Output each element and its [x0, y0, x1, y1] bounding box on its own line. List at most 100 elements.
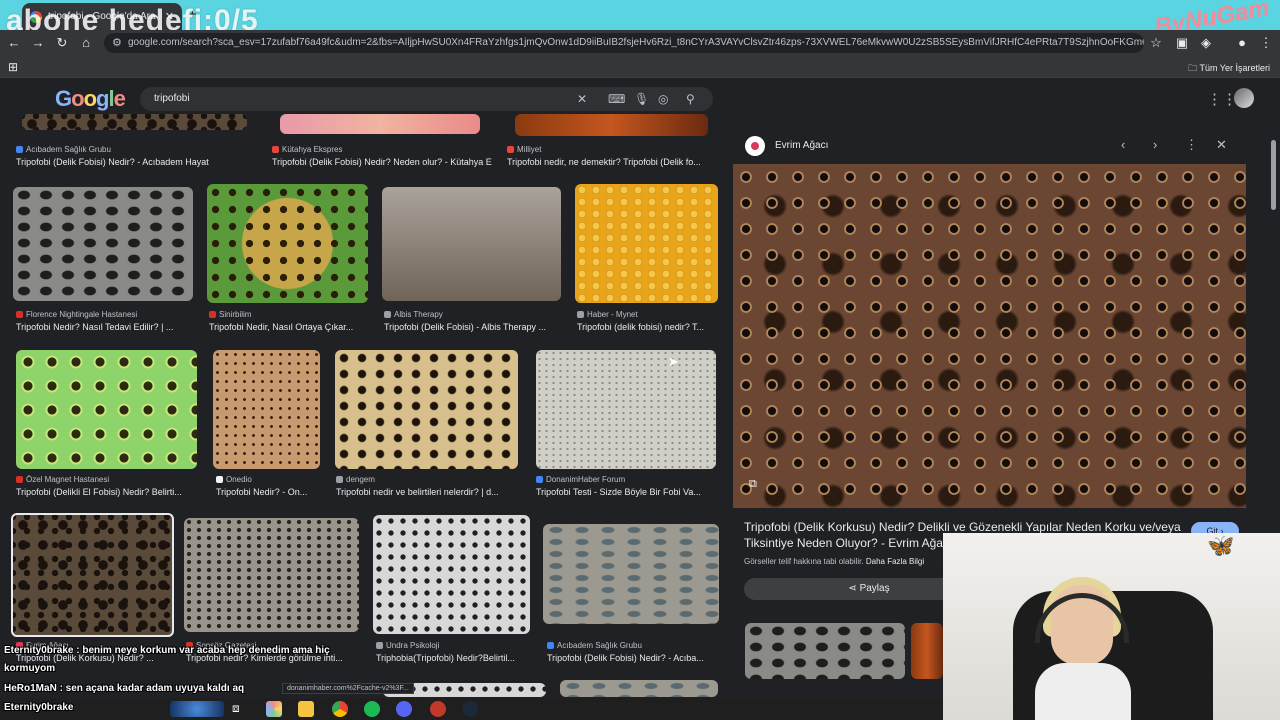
result-title[interactable]: Tripofobi (Delikli El Fobisi) Nedir? Bel… [16, 487, 198, 497]
result-source[interactable]: Kütahya Ekspres [272, 145, 342, 154]
previous-image-icon[interactable]: ‹ [1121, 137, 1125, 152]
result-source[interactable]: Acıbadem Sağlık Grubu [16, 145, 111, 154]
all-bookmarks-folder[interactable]: 🗀 Tüm Yer İşaretleri [1188, 61, 1270, 77]
image-result-thumbnail[interactable] [280, 114, 480, 134]
chat-user: HeRo1MaN [4, 683, 57, 694]
result-source-label: dengem [346, 475, 375, 484]
search-input[interactable]: tripofobi ✕ ⌨ 🎙 ◎ ⚲ [140, 87, 713, 111]
browser-menu-icon[interactable]: ⋮ [1258, 35, 1274, 51]
lens-icon[interactable]: ◎ [658, 92, 668, 106]
result-source[interactable]: Albis Therapy [384, 310, 443, 319]
share-label: Paylaş [859, 583, 890, 594]
result-source[interactable]: Florence Nightingale Hastanesi [16, 310, 137, 319]
result-source[interactable]: Haber - Mynet [577, 310, 638, 319]
discord-icon[interactable] [396, 701, 412, 717]
image-result-thumbnail[interactable] [543, 524, 719, 624]
source-favicon-icon [216, 476, 223, 483]
source-favicon-icon [547, 642, 554, 649]
image-result-thumbnail[interactable] [184, 518, 359, 632]
result-title[interactable]: Tripofobi (Delik Fobisi) Nedir? - Acıbad… [16, 157, 246, 167]
image-result-thumbnail[interactable] [382, 187, 561, 301]
chat-message: Eternity0brake : benim neye korkum var a… [4, 645, 330, 656]
extension-icon[interactable]: ▣ [1174, 35, 1190, 51]
profile-avatar[interactable]: ● [1234, 35, 1250, 50]
image-result-thumbnail[interactable] [13, 187, 193, 301]
next-image-icon[interactable]: › [1153, 137, 1157, 152]
account-avatar[interactable] [1234, 88, 1254, 108]
back-icon[interactable]: ← [6, 35, 22, 50]
more-options-icon[interactable]: ⋮ [1185, 137, 1198, 153]
result-title[interactable]: Tripofobi nedir, ne demektir? Tripofobi … [507, 157, 717, 167]
image-result-thumbnail[interactable] [575, 184, 718, 303]
related-image-thumbnail[interactable] [911, 623, 943, 679]
result-source[interactable]: Onedio [216, 475, 252, 484]
source-favicon-icon [745, 136, 765, 156]
reload-icon[interactable]: ↻ [54, 35, 70, 51]
related-image-thumbnail[interactable] [745, 623, 905, 679]
image-result-thumbnail[interactable] [22, 114, 247, 130]
site-info-icon[interactable]: ⚙ [112, 36, 122, 49]
steam-icon[interactable] [462, 701, 478, 717]
result-source[interactable]: Undra Psikoloji [376, 641, 439, 650]
microphone-icon[interactable]: 🎙 [634, 92, 649, 106]
copyright-text: Görseller telif hakkına tabi olabilir. [744, 557, 864, 566]
image-result-thumbnail[interactable] [16, 350, 197, 469]
extensions-puzzle-icon[interactable]: ◈ [1198, 35, 1214, 51]
result-title[interactable]: Tripofobi (delik fobisi) nedir? T... [577, 322, 717, 332]
result-title[interactable]: Tripofobi (Delik Fobisi) - Albis Therapy… [384, 322, 562, 332]
chrome-icon[interactable] [332, 701, 348, 717]
result-source-label: Acıbadem Sağlık Grubu [26, 145, 111, 154]
result-title[interactable]: Tripofobi Testi - Sizde Böyle Bir Fobi V… [536, 487, 716, 497]
search-icon[interactable]: ⚲ [686, 92, 695, 106]
result-source[interactable]: DonanimHaber Forum [536, 475, 625, 484]
result-title[interactable]: Tripofobi Nedir? Nasıl Tedavi Edilir? | … [16, 322, 196, 332]
spotify-icon[interactable] [364, 701, 380, 717]
google-logo[interactable]: Google [55, 86, 126, 112]
preview-image[interactable] [733, 164, 1246, 508]
source-favicon-icon [507, 146, 514, 153]
result-source[interactable]: Acıbadem Sağlık Grubu [547, 641, 642, 650]
keyboard-icon[interactable]: ⌨ [608, 92, 625, 106]
browser-tab-strip: tripofobi - Google'da Ara ✕ + abone hede… [0, 0, 1280, 41]
source-favicon-icon [536, 476, 543, 483]
address-bar[interactable]: ⚙ google.com/search?sca_esv=17zufabf76a4… [104, 33, 1144, 53]
preview-source[interactable]: Evrim Ağacı [775, 140, 828, 151]
image-result-thumbnail[interactable] [515, 114, 708, 136]
result-source-label: Haber - Mynet [587, 310, 638, 319]
image-result-thumbnail[interactable] [536, 350, 716, 469]
result-source[interactable]: Milliyet [507, 145, 541, 154]
scrollbar[interactable] [1271, 140, 1276, 210]
forward-icon[interactable]: → [30, 35, 46, 50]
learn-more-link[interactable]: Daha Fazla Bilgi [866, 557, 924, 566]
result-title[interactable]: Tripofobi Nedir? - On... [216, 487, 321, 497]
bookmark-star-icon[interactable]: ☆ [1148, 35, 1164, 51]
home-icon[interactable]: ⌂ [78, 35, 94, 50]
weather-widget-icon[interactable] [170, 701, 224, 717]
apps-grid-icon[interactable]: ⊞ [8, 60, 18, 74]
obs-icon[interactable] [430, 701, 446, 717]
chat-user: Eternity0brake [4, 645, 74, 656]
result-source-label: Onedio [226, 475, 252, 484]
lens-search-icon[interactable]: ⧉ [749, 478, 757, 491]
result-title[interactable]: Tripofobi (Delik Fobisi) Nedir? - Acıba.… [547, 653, 719, 663]
clear-icon[interactable]: ✕ [577, 92, 587, 106]
result-title[interactable]: Tripofobi Nedir, Nasıl Ortaya Çıkar... [209, 322, 369, 332]
result-title[interactable]: Tripofobi (Delik Fobisi) Nedir? Neden ol… [272, 157, 492, 167]
result-title[interactable]: Tripofobi nedir ve belirtileri nelerdir?… [336, 487, 518, 497]
copilot-icon[interactable] [266, 701, 282, 717]
image-result-thumbnail[interactable] [213, 350, 320, 469]
result-source[interactable]: Sinirbilim [209, 310, 251, 319]
image-result-thumbnail[interactable] [207, 184, 368, 303]
result-title[interactable]: Triphobia(Tripofobi) Nedir?Belirtil... [376, 653, 531, 663]
file-explorer-icon[interactable] [298, 701, 314, 717]
image-result-thumbnail[interactable] [335, 350, 518, 469]
image-result-thumbnail[interactable] [560, 680, 718, 697]
task-view-icon[interactable]: ⧈ [232, 701, 248, 717]
result-source-label: Özel Magnet Hastanesi [26, 475, 110, 484]
close-icon[interactable]: ✕ [1216, 137, 1227, 153]
result-source[interactable]: Özel Magnet Hastanesi [16, 475, 109, 484]
image-result-thumbnail-selected[interactable] [11, 513, 174, 637]
result-source[interactable]: dengem [336, 475, 375, 484]
google-apps-icon[interactable]: ⋮⋮ [1207, 90, 1237, 108]
image-result-thumbnail[interactable] [373, 515, 530, 634]
